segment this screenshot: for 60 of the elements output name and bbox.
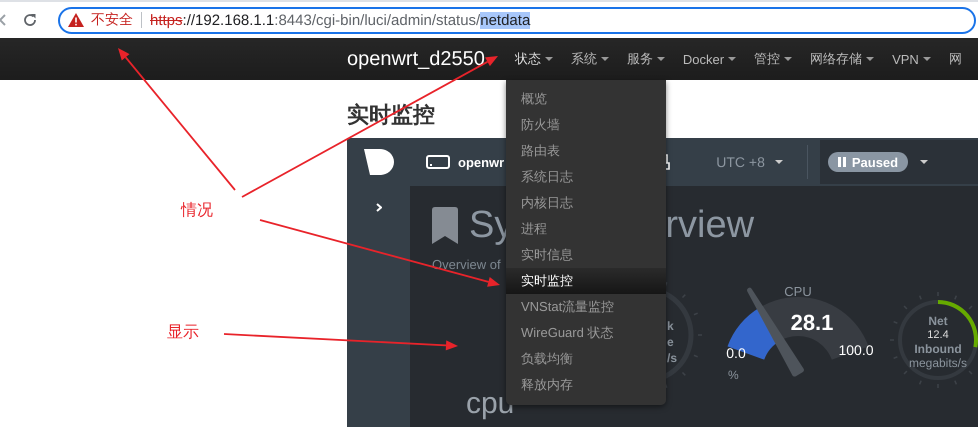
host-name: openwr: [458, 154, 504, 170]
back-icon[interactable]: [0, 13, 6, 27]
nav-menu-item[interactable]: VPN: [892, 52, 931, 66]
gauge-unit: megabits/s: [908, 356, 968, 370]
caret-icon: [728, 57, 736, 61]
caret-icon: [866, 57, 874, 61]
gauge-value: 28.1: [790, 310, 834, 335]
security-label: 不安全: [91, 11, 133, 29]
url-text: https://192.168.1.1:8443/cgi-bin/luci/admin/status/netdata: [150, 12, 530, 28]
nav-menu-item[interactable]: 网: [948, 50, 962, 68]
gauge-label: e: [667, 335, 674, 349]
caret-icon: [784, 57, 792, 61]
nav-menu-item[interactable]: Docker: [682, 52, 736, 66]
menu-item[interactable]: 释放内存: [506, 372, 666, 398]
subtitle-text: Overview of: [432, 257, 502, 273]
playback-button[interactable]: Paused: [828, 152, 908, 172]
nav-menu-item[interactable]: 服务: [626, 50, 665, 68]
gauge-label: k: [667, 319, 674, 333]
gauge-title: Net: [928, 314, 948, 328]
menu-item[interactable]: 负载均衡: [506, 346, 666, 372]
menu-item[interactable]: 概览: [506, 86, 666, 112]
caret-icon: [544, 57, 553, 61]
brand-title[interactable]: openwrt_d2550: [347, 48, 485, 70]
nav-menu-item[interactable]: 系统: [570, 50, 609, 68]
address-field[interactable]: 不安全 https://192.168.1.1:8443/cgi-bin/luci/admin/status/netdata: [58, 6, 976, 34]
menu-item[interactable]: VNStat流量监控: [506, 294, 666, 320]
gauge-max-label: 100.0: [838, 342, 874, 358]
chevron-icon[interactable]: [376, 203, 382, 212]
menu-item[interactable]: 系统日志: [506, 164, 666, 190]
pause-icon: [838, 157, 846, 167]
nav-menu-item[interactable]: 状态: [514, 50, 553, 68]
annotation-label: 显示: [167, 323, 199, 343]
menu-item[interactable]: 路由表: [506, 138, 666, 164]
bookmark-icon: [432, 206, 458, 244]
gauge-value: 12.4: [927, 329, 949, 341]
menu-item[interactable]: 进程: [506, 216, 666, 242]
nav-menu-item[interactable]: 网络存储: [810, 50, 874, 68]
nav-menu-item[interactable]: 管控: [754, 50, 792, 68]
annotation-label: 情况: [181, 200, 213, 221]
gauge-unit: %: [728, 368, 739, 382]
gauge-min-label: 0.0: [726, 345, 746, 361]
caret-icon: [922, 57, 931, 61]
gauge-title: CPU: [784, 284, 812, 299]
caret-icon: [600, 57, 609, 61]
heading-text: rview: [665, 204, 754, 246]
menu-item[interactable]: 防火墙: [506, 112, 666, 138]
caret-icon: [656, 57, 665, 61]
gauge-label: Inbound: [914, 342, 962, 356]
gauge-label: /s: [667, 351, 678, 365]
menu-item[interactable]: WireGuard 状态: [506, 320, 666, 346]
logo-icon: [364, 149, 394, 175]
caret-icon[interactable]: [920, 160, 928, 164]
menu-item[interactable]: 实时监控: [506, 268, 666, 294]
menu-item[interactable]: 实时信息: [506, 242, 666, 268]
reload-icon[interactable]: [22, 12, 38, 28]
timezone-dropdown[interactable]: UTC +8: [716, 145, 808, 179]
caret-icon: [774, 160, 783, 164]
menu-item[interactable]: 内核日志: [506, 190, 666, 216]
warning-icon: [68, 13, 84, 27]
server-icon: [426, 155, 450, 169]
